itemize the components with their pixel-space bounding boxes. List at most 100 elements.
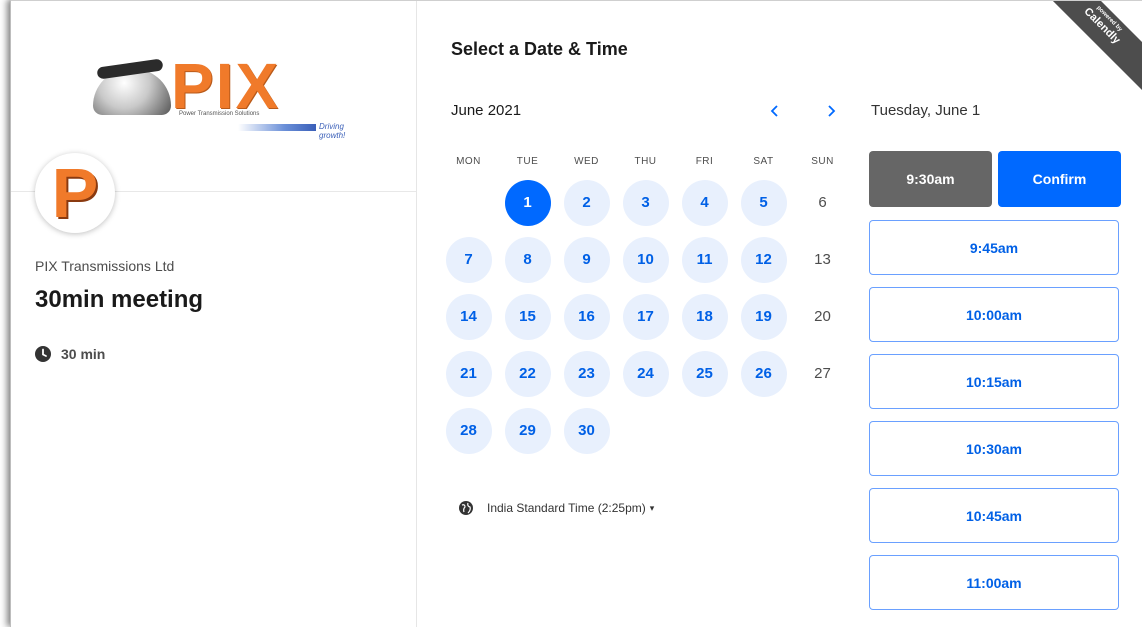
calendar-day-number: 8 <box>504 236 551 283</box>
calendar-day[interactable]: 30 <box>557 402 616 459</box>
calendar-day-number: 24 <box>622 350 669 397</box>
calendar-day-number: 11 <box>681 236 728 283</box>
calendar-day-number: 5 <box>740 179 787 226</box>
calendar-day-number: 6 <box>818 194 827 211</box>
calendar-day-number: 7 <box>445 236 492 283</box>
calendar-day[interactable]: 4 <box>675 174 734 231</box>
calendar-day[interactable]: 3 <box>616 174 675 231</box>
weekday-label: SUN <box>811 156 834 167</box>
calendar-day-number: 19 <box>740 293 787 340</box>
calendar-day[interactable]: 9 <box>557 231 616 288</box>
logo-tagline: Power Transmission Solutions <box>179 111 260 117</box>
calendar-day[interactable]: 26 <box>734 345 793 402</box>
calendar-day[interactable]: 28 <box>439 402 498 459</box>
calendar-day-number: 10 <box>622 236 669 283</box>
calendar-day[interactable]: 14 <box>439 288 498 345</box>
weekday-header: MON TUE WED THU FRI SAT SUN <box>439 156 833 167</box>
globe-icon <box>459 501 473 515</box>
selected-time-button[interactable]: 9:30am <box>869 151 992 207</box>
calendar-day[interactable]: 10 <box>616 231 675 288</box>
weekday-label: THU <box>634 156 657 167</box>
calendar-day[interactable]: 7 <box>439 231 498 288</box>
weekday-label: SAT <box>753 156 774 167</box>
calendar-day: 27 <box>793 345 852 402</box>
caret-down-icon: ▾ <box>649 502 655 513</box>
calendar-day-number: 16 <box>563 293 610 340</box>
selected-time-row: 9:30am Confirm <box>869 151 1121 207</box>
time-slot-button[interactable]: 9:45am <box>869 220 1119 275</box>
calendar-day[interactable]: 11 <box>675 231 734 288</box>
calendar-day: 6 <box>793 174 852 231</box>
calendar-day[interactable]: 21 <box>439 345 498 402</box>
weekday-label: WED <box>574 156 599 167</box>
calendar-blank <box>439 174 498 231</box>
avatar: P <box>35 153 115 233</box>
prev-month-button[interactable] <box>761 97 789 125</box>
calendar-day-number: 12 <box>740 236 787 283</box>
calendar-day[interactable]: 25 <box>675 345 734 402</box>
calendar-day-number: 18 <box>681 293 728 340</box>
calendar-day: 20 <box>793 288 852 345</box>
calendar-day-number: 17 <box>622 293 669 340</box>
calendar-day-number: 29 <box>504 407 551 454</box>
calendar-day-number: 22 <box>504 350 551 397</box>
calendly-ribbon[interactable]: powered by Calendly <box>1029 1 1142 99</box>
calendar-day: 13 <box>793 231 852 288</box>
calendar-day[interactable]: 16 <box>557 288 616 345</box>
calendar-day[interactable]: 19 <box>734 288 793 345</box>
calendar-day[interactable]: 18 <box>675 288 734 345</box>
calendar-day-number: 13 <box>814 251 831 268</box>
calendar-day-number: 20 <box>814 308 831 325</box>
calendar-day[interactable]: 12 <box>734 231 793 288</box>
calendar-day[interactable]: 29 <box>498 402 557 459</box>
calendar-day[interactable]: 5 <box>734 174 793 231</box>
time-slot-button[interactable]: 10:15am <box>869 354 1119 409</box>
clock-icon <box>35 346 51 362</box>
calendar-day-number: 1 <box>504 179 551 226</box>
calendar-grid: 1 2 3 4 5 6 7 8 9 10 11 12 13 14 15 16 17 18 19 20 21 22 23 24 2… <box>439 174 852 459</box>
calendar-day-number: 25 <box>681 350 728 397</box>
next-month-button[interactable] <box>817 97 845 125</box>
weekday-label: MON <box>456 156 481 167</box>
calendar-day[interactable]: 2 <box>557 174 616 231</box>
calendar-day-number: 14 <box>445 293 492 340</box>
calendar-day-number: 4 <box>681 179 728 226</box>
event-title: 30min meeting <box>35 286 204 313</box>
company-logo: PIX Power Transmission Solutions Driving… <box>93 50 353 140</box>
time-slot-button[interactable]: 11:00am <box>869 555 1119 610</box>
calendar-day[interactable]: 1 <box>498 174 557 231</box>
calendar-day-number: 26 <box>740 350 787 397</box>
avatar-letter: P <box>51 154 99 232</box>
calendar-day[interactable]: 23 <box>557 345 616 402</box>
calendar-day-number: 27 <box>814 365 831 382</box>
confirm-button[interactable]: Confirm <box>998 151 1121 207</box>
logo-wordmark: PIX <box>171 50 281 122</box>
duration-label: 30 min <box>61 346 106 362</box>
calendar-day[interactable]: 8 <box>498 231 557 288</box>
time-slot-list: 9:45am 10:00am 10:15am 10:30am 10:45am 11:00a… <box>869 220 1119 610</box>
logo-slogan: Driving growth! <box>319 122 346 140</box>
calendar-day[interactable]: 15 <box>498 288 557 345</box>
event-duration: 30 min <box>35 346 105 362</box>
time-slot-button[interactable]: 10:45am <box>869 488 1119 543</box>
calendar-day[interactable]: 17 <box>616 288 675 345</box>
timezone-selector[interactable]: India Standard Time (2:25pm) ▾ <box>459 501 654 515</box>
time-slot-button[interactable]: 10:00am <box>869 287 1119 342</box>
calendar-day-number: 9 <box>563 236 610 283</box>
calendar-day[interactable]: 24 <box>616 345 675 402</box>
event-info-panel: PIX Power Transmission Solutions Driving… <box>11 1 417 627</box>
calendar-day-number: 28 <box>445 407 492 454</box>
page-title: Select a Date & Time <box>451 39 628 59</box>
time-slot-button[interactable]: 10:30am <box>869 421 1119 476</box>
calendar-day-number: 2 <box>563 179 610 226</box>
selected-date-label: Tuesday, June 1 <box>871 102 981 119</box>
calendar-day[interactable]: 22 <box>498 345 557 402</box>
calendar-day-number: 3 <box>622 179 669 226</box>
weekday-label: FRI <box>695 156 714 167</box>
calendar-day-number: 23 <box>563 350 610 397</box>
calendar-day-number: 30 <box>563 407 610 454</box>
calendar-day-number: 15 <box>504 293 551 340</box>
weekday-label: TUE <box>516 156 539 167</box>
organization-name: PIX Transmissions Ltd <box>35 258 175 274</box>
month-label: June 2021 <box>451 102 522 119</box>
